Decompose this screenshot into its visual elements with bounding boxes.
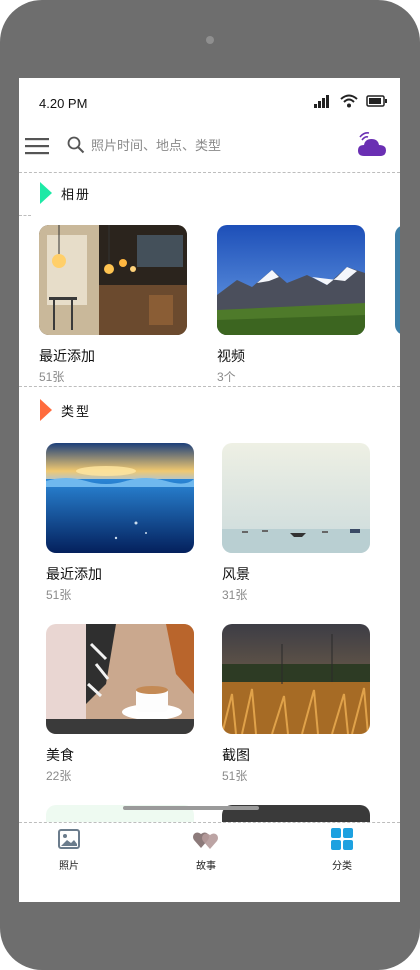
types-section-header: 类型 <box>39 398 91 422</box>
bottom-tab-bar: 照片 故事 分类 <box>19 822 400 902</box>
albums-carousel[interactable]: 最近添加 51张 视频 3个 <box>19 222 400 388</box>
status-icons <box>314 94 388 108</box>
albums-section-header: 相册 <box>39 181 91 205</box>
app-screen: 4.20 PM 照片时间、地点、类型 相册 最近添加 51张 视频 3个 类型 … <box>19 78 400 902</box>
type-count: 51张 <box>222 769 248 783</box>
type-triangle-icon <box>40 399 52 421</box>
grid-icon <box>331 828 353 850</box>
album-thumbnail <box>39 225 187 335</box>
status-bar: 4.20 PM <box>19 78 400 126</box>
types-title: 类型 <box>61 403 92 419</box>
tab-photos[interactable]: 照片 <box>34 828 104 872</box>
type-name: 截图 <box>222 747 250 763</box>
photo-icon <box>58 829 80 849</box>
tab-label: 分类 <box>332 861 352 872</box>
tab-label: 照片 <box>59 861 79 872</box>
cloud-sync-icon[interactable] <box>356 131 388 159</box>
type-card-screenshot[interactable]: 截图 51张 <box>222 624 370 784</box>
tab-categories[interactable]: 分类 <box>307 828 377 872</box>
type-thumbnail <box>46 624 194 734</box>
album-thumbnail <box>395 225 400 335</box>
type-card-food[interactable]: 美食 22张 <box>46 624 194 784</box>
type-thumbnail <box>222 624 370 734</box>
album-name: 最近添加 <box>39 348 95 364</box>
type-thumbnail <box>46 443 194 553</box>
menu-icon[interactable] <box>25 137 49 155</box>
wifi-icon <box>340 94 358 108</box>
divider <box>19 386 400 387</box>
album-card-partial[interactable] <box>395 225 400 335</box>
type-count: 31张 <box>222 588 248 602</box>
album-card-recent[interactable]: 最近添加 51张 <box>39 225 187 385</box>
type-card-recent[interactable]: 最近添加 51张 <box>46 443 194 603</box>
album-triangle-icon <box>40 182 52 204</box>
battery-icon <box>366 95 387 107</box>
type-thumbnail <box>222 443 370 553</box>
signal-icon <box>314 95 329 108</box>
tabbar-divider <box>19 822 400 823</box>
type-count: 51张 <box>46 588 72 602</box>
type-name: 美食 <box>46 747 74 763</box>
front-camera <box>206 36 214 44</box>
status-time: 4.20 PM <box>39 96 88 111</box>
type-name: 最近添加 <box>46 566 102 582</box>
type-card-landscape[interactable]: 风景 31张 <box>222 443 370 603</box>
album-count: 51张 <box>39 370 65 384</box>
tab-label: 故事 <box>196 861 216 872</box>
type-count: 22张 <box>46 769 72 783</box>
search-input[interactable] <box>89 137 343 154</box>
type-name: 风景 <box>222 566 250 582</box>
divider-short <box>19 215 31 216</box>
home-indicator[interactable] <box>123 806 259 810</box>
tab-stories[interactable]: 故事 <box>171 828 241 872</box>
hearts-icon <box>193 832 218 849</box>
search-icon <box>67 136 85 154</box>
album-count: 3个 <box>217 370 236 384</box>
search-bar <box>19 128 400 168</box>
albums-title: 相册 <box>61 186 92 202</box>
phone-frame: 4.20 PM 照片时间、地点、类型 相册 最近添加 51张 视频 3个 类型 … <box>0 0 420 970</box>
album-thumbnail <box>217 225 365 335</box>
divider <box>19 172 400 173</box>
album-name: 视频 <box>217 348 245 364</box>
album-card-video[interactable]: 视频 3个 <box>217 225 365 385</box>
